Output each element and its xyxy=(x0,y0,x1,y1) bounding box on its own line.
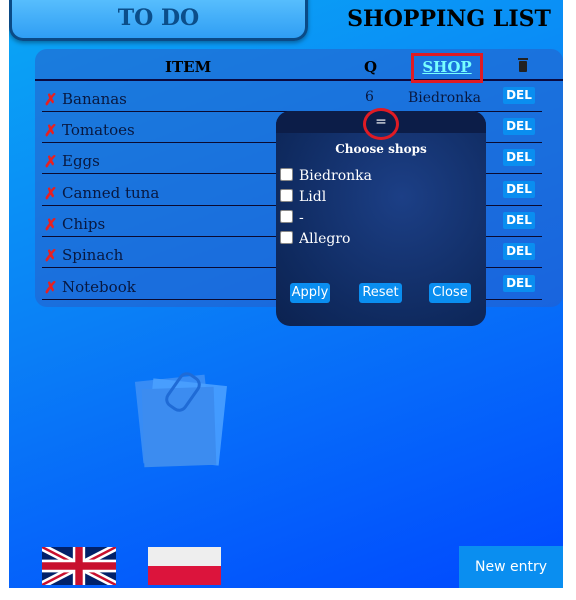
close-button[interactable]: Close xyxy=(429,283,471,303)
cross-icon[interactable]: ✗ xyxy=(44,246,57,265)
item-quantity: 6 xyxy=(365,89,374,105)
tab-todo-label: TO DO xyxy=(117,5,200,31)
item-name: Chips xyxy=(62,215,106,233)
shop-checkbox[interactable] xyxy=(280,231,293,244)
delete-button[interactable]: DEL xyxy=(503,275,535,292)
item-name: Tomatoes xyxy=(62,121,135,139)
table-header: ITEM Q SHOP xyxy=(35,49,563,83)
cross-icon[interactable]: ✗ xyxy=(44,215,57,234)
shop-option[interactable]: Biedronka xyxy=(280,168,372,186)
item-name: Bananas xyxy=(62,90,127,108)
shop-option-label: - xyxy=(299,210,304,226)
item-name: Eggs xyxy=(62,152,100,170)
table-row: ✗ Bananas 6 Biedronka DEL xyxy=(42,83,542,112)
delete-button[interactable]: DEL xyxy=(503,243,535,260)
cross-icon[interactable]: ✗ xyxy=(44,90,57,109)
shop-option[interactable]: Lidl xyxy=(280,189,326,207)
trash-icon xyxy=(518,58,528,72)
sticky-notes-icon xyxy=(129,368,249,480)
shop-option[interactable]: Allegro xyxy=(280,231,351,249)
item-name: Notebook xyxy=(62,278,136,296)
delete-button[interactable]: DEL xyxy=(503,118,535,135)
shop-checkbox[interactable] xyxy=(280,189,293,202)
cross-icon[interactable]: ✗ xyxy=(44,184,57,203)
flag-stripe-white xyxy=(148,547,221,566)
delete-button[interactable]: DEL xyxy=(503,212,535,229)
header-shop-filter-button[interactable]: SHOP xyxy=(411,53,483,83)
polish-flag-icon[interactable] xyxy=(148,547,221,585)
drag-handle-icon[interactable]: = xyxy=(363,108,399,140)
flag-stripe-red xyxy=(148,566,221,585)
apply-button[interactable]: Apply xyxy=(290,283,330,303)
shop-checkbox[interactable] xyxy=(280,210,293,223)
cross-icon[interactable]: ✗ xyxy=(44,121,57,140)
cross-icon[interactable]: ✗ xyxy=(44,278,57,297)
shop-checkbox[interactable] xyxy=(280,168,293,181)
shop-option[interactable]: - xyxy=(280,210,304,228)
item-name: Spinach xyxy=(62,246,124,264)
cross-icon[interactable]: ✗ xyxy=(44,152,57,171)
reset-button[interactable]: Reset xyxy=(359,283,402,303)
english-flag-icon[interactable] xyxy=(42,547,116,585)
item-shop: Biedronka xyxy=(408,90,481,106)
header-quantity: Q xyxy=(364,58,378,76)
shop-option-label: Lidl xyxy=(299,189,327,205)
delete-button[interactable]: DEL xyxy=(503,149,535,166)
shop-filter-popup: = Choose shops Biedronka Lidl - Allegro … xyxy=(276,108,486,326)
shop-option-label: Allegro xyxy=(299,231,351,247)
header-item: ITEM xyxy=(165,58,212,76)
tab-todo[interactable]: TO DO xyxy=(9,0,308,41)
new-entry-button[interactable]: New entry xyxy=(459,546,563,588)
popup-title: Choose shops xyxy=(335,142,427,156)
delete-button[interactable]: DEL xyxy=(503,181,535,198)
delete-button[interactable]: DEL xyxy=(503,87,535,104)
item-name: Canned tuna xyxy=(62,184,160,202)
tab-shopping-list[interactable]: SHOPPING LIST xyxy=(344,6,554,32)
shop-option-label: Biedronka xyxy=(299,168,372,184)
